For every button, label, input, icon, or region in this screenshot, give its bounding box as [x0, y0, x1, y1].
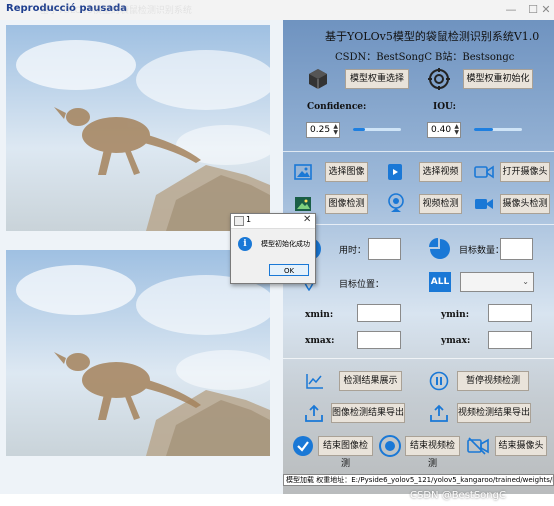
open-camera-button[interactable]: 打开摄像头 [500, 162, 550, 182]
ymin-field [488, 304, 532, 322]
close-icon[interactable]: ✕ [538, 2, 554, 18]
time-field [368, 238, 401, 260]
xmax-label: xmax: [305, 336, 335, 346]
confidence-spinbox[interactable]: 0.25 ▲ ▼ [306, 122, 340, 138]
confidence-slider[interactable] [353, 128, 401, 131]
minimize-icon[interactable]: — [500, 2, 522, 18]
dialog-title-bar: 1 ✕ [231, 214, 315, 229]
app-icon [234, 216, 244, 226]
stop-circle-icon [378, 434, 402, 458]
iou-label: IOU: [433, 102, 456, 112]
select-video-button[interactable]: 选择视频 [419, 162, 462, 182]
line-chart-icon [305, 371, 325, 391]
info-icon: i [238, 237, 252, 251]
original-image-panel [6, 25, 270, 231]
photo-detect-icon [293, 194, 313, 214]
end-video-detect-button[interactable]: 结束视频检测 [405, 436, 460, 469]
check-circle-icon [291, 434, 315, 458]
iou-value: 0.40 [431, 125, 452, 135]
bilibili-label: B站：Bestsongc [435, 52, 515, 63]
close-icon[interactable]: ✕ [303, 214, 311, 225]
select-image-button[interactable]: 选择图像 [325, 162, 368, 182]
dialog-title: 1 [246, 215, 252, 224]
window-title-ghost: 基于YOLOv5模型的袋鼠检测识别系统 [40, 6, 192, 16]
target-select-dropdown[interactable]: ⌄ [460, 272, 534, 292]
webcam-icon [385, 192, 407, 214]
video-detect-button[interactable]: 视频检测 [419, 194, 462, 214]
status-bar: 模型加载 权重地址：E:/Pyside6_yolov5_121/yolov5_k… [283, 474, 554, 486]
ok-button[interactable]: OK [269, 264, 309, 276]
iou-slider-fill [474, 128, 494, 131]
csdn-label: CSDN：BestSongC [335, 52, 433, 63]
watermark: CSDN @BestSongC [410, 490, 506, 501]
divider [283, 224, 554, 225]
end-image-detect-button[interactable]: 结束图像检测 [318, 436, 373, 469]
iou-slider[interactable] [474, 128, 522, 131]
window-title-bar: Reproducció pausada 基于YOLOv5模型的袋鼠检测识别系统 … [0, 0, 554, 20]
spin-arrows-icon[interactable]: ▲ ▼ [454, 124, 459, 136]
pie-chart-icon [427, 236, 453, 262]
spin-arrows-icon[interactable]: ▲ ▼ [333, 124, 338, 136]
video-file-icon [385, 162, 405, 182]
confidence-label: Confidence: [307, 102, 367, 112]
export-image-results-button[interactable]: 图像检测结果导出 [331, 403, 405, 423]
camera-detect-button[interactable]: 摄像头检测 [500, 194, 550, 214]
time-label: 用时： [339, 246, 367, 256]
camera-off-icon [466, 434, 490, 458]
ymin-label: ymin: [441, 310, 470, 320]
show-results-button[interactable]: 检测结果展示 [339, 371, 402, 391]
target-count-label: 目标数量： [459, 246, 505, 256]
cube-icon [305, 66, 331, 92]
target-icon [426, 66, 452, 92]
video-camera-icon [473, 162, 495, 182]
divider [283, 358, 554, 359]
app-title: 基于YOLOv5模型的袋鼠检测识别系统V1.0 [325, 30, 540, 43]
iou-spinbox[interactable]: 0.40 ▲ ▼ [427, 122, 461, 138]
divider [283, 151, 554, 152]
camera-detect-icon [473, 194, 495, 214]
xmin-field [357, 304, 401, 322]
image-detect-button[interactable]: 图像检测 [325, 194, 368, 214]
image-icon [293, 162, 313, 182]
xmin-label: xmin: [305, 310, 334, 320]
confidence-value: 0.25 [310, 125, 331, 135]
message-dialog: 1 ✕ i 模型初始化成功 OK [230, 213, 316, 284]
model-weight-select-button[interactable]: 模型权重选择 [345, 69, 409, 89]
model-weight-init-button[interactable]: 模型权重初始化 [463, 69, 533, 89]
xmax-field [357, 331, 401, 349]
dialog-message: 模型初始化成功 [261, 240, 310, 248]
control-panel: 基于YOLOv5模型的袋鼠检测识别系统V1.0 CSDN：BestSongC B… [283, 20, 554, 494]
upload-icon [428, 402, 450, 424]
target-position-label: 目标位置： [339, 280, 385, 290]
ymax-label: ymax: [441, 336, 471, 346]
all-icon: ALL [429, 272, 451, 292]
pause-video-detect-button[interactable]: 暂停视频检测 [457, 371, 529, 391]
confidence-slider-fill [353, 128, 365, 131]
pause-icon [428, 370, 450, 392]
target-count-field [500, 238, 533, 260]
ymax-field [488, 331, 532, 349]
upload-icon [303, 402, 325, 424]
end-camera-button[interactable]: 结束摄像头 [495, 436, 547, 456]
export-video-results-button[interactable]: 视频检测结果导出 [457, 403, 531, 423]
chevron-down-icon: ⌄ [522, 277, 529, 286]
